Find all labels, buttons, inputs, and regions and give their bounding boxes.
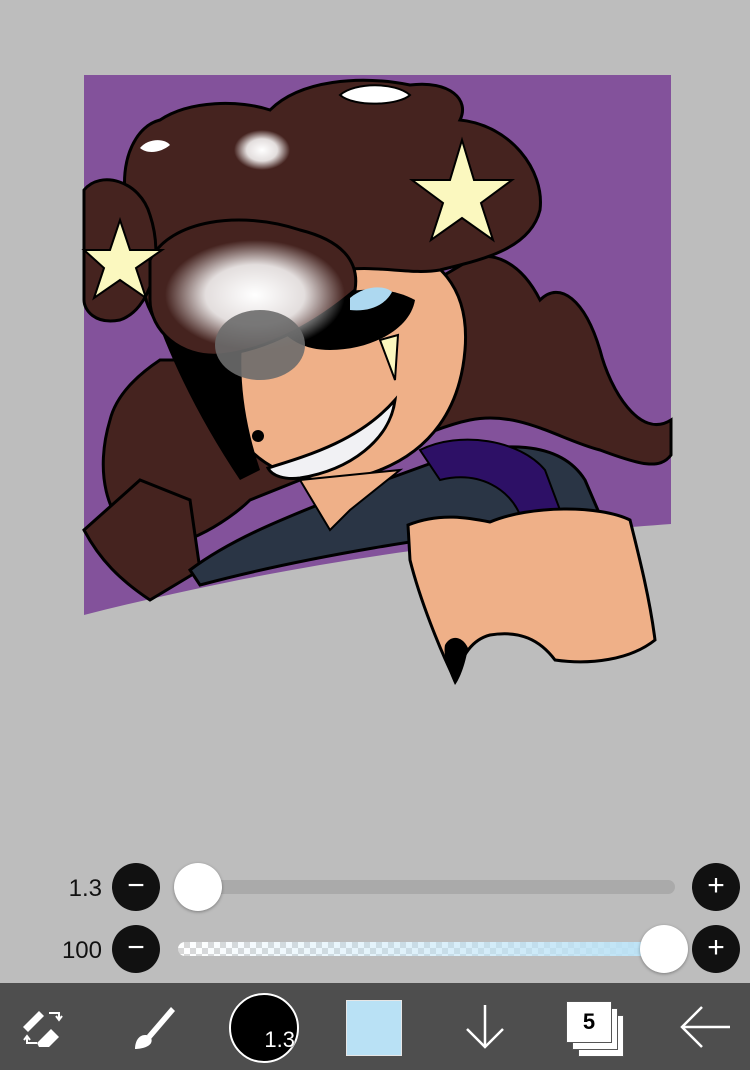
hair-highlight: [338, 84, 412, 105]
brush-size-indicator[interactable]: 1.3: [229, 993, 299, 1063]
current-color-swatch[interactable]: [346, 1000, 402, 1056]
tool-switch-icon: [23, 1010, 63, 1047]
hair-shine-small: [234, 130, 290, 170]
plus-icon: +: [707, 930, 725, 964]
grey-smudge: [215, 310, 305, 380]
back-arrow-icon: [680, 1005, 730, 1048]
opacity-increase-button[interactable]: +: [692, 925, 740, 973]
tool-switch-button[interactable]: [10, 983, 76, 1070]
down-arrow-icon: [466, 1004, 504, 1049]
brush-size-track[interactable]: [178, 880, 675, 894]
brush-size-decrease-button[interactable]: −: [112, 863, 160, 911]
fist-nail: [444, 637, 468, 685]
plus-icon: +: [707, 868, 725, 902]
back-button[interactable]: [672, 983, 738, 1070]
brush-size-slider-thumb[interactable]: [174, 863, 223, 911]
brush-size-indicator-label: 1.3: [264, 1027, 295, 1052]
move-down-button[interactable]: [452, 983, 518, 1070]
brush-size-value: 1.3: [68, 875, 102, 902]
layers-button[interactable]: 5: [566, 1001, 624, 1057]
opacity-decrease-button[interactable]: −: [112, 925, 160, 973]
opacity-track[interactable]: [178, 942, 675, 956]
drawing-canvas[interactable]: [0, 0, 750, 860]
opacity-slider-thumb[interactable]: [640, 925, 688, 973]
minus-icon: −: [127, 868, 145, 902]
opacity-gradient: [178, 942, 675, 956]
brush-tool-button[interactable]: [120, 983, 186, 1070]
layer-count: 5: [582, 1009, 596, 1034]
opacity-slider-row: 100 − +: [0, 924, 750, 974]
brush-size-slider-row: 1.3 − +: [0, 862, 750, 912]
artwork: [81, 75, 673, 685]
brush-size-increase-button[interactable]: +: [692, 863, 740, 911]
minus-icon: −: [127, 930, 145, 964]
brush-icon: [135, 1006, 175, 1049]
nostril: [252, 430, 264, 442]
opacity-value: 100: [61, 937, 102, 964]
